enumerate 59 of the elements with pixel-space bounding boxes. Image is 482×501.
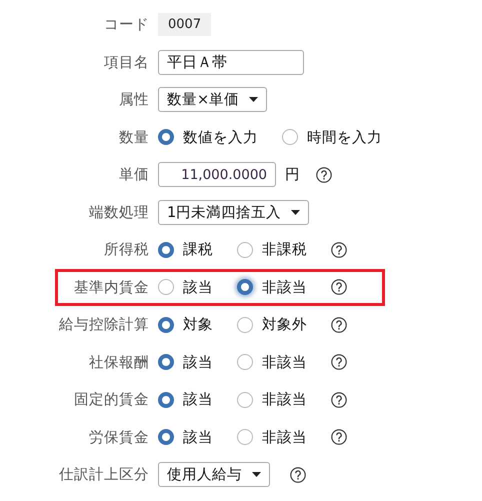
radio-button[interactable] [237,242,253,258]
radio-button[interactable] [237,392,253,408]
radio-label: 該当 [183,354,213,372]
dropdown-caret-icon [291,210,300,215]
radio-label: 非課税 [262,241,307,260]
field-label: 項目名 [103,54,149,72]
radio-label: 非該当 [262,428,307,447]
dropdown[interactable]: 1円未満四捨五入 [158,200,310,225]
radio-button[interactable] [158,242,174,258]
field-label: 給与控除計算 [58,316,149,334]
field-label: 数量 [118,128,149,147]
dropdown-caret-icon [249,97,258,102]
dropdown[interactable]: 数量×単価 [158,87,268,112]
radio-label: 該当 [183,390,213,410]
input-field[interactable]: 平日Ａ帯 [158,50,304,75]
field-label: 社保報酬 [88,354,149,372]
radio-button[interactable] [158,279,174,296]
field-label: 仕訳計上区分 [58,466,149,484]
code-value: 0007 [158,13,212,36]
help-icon[interactable] [331,429,347,446]
help-icon[interactable] [331,316,347,333]
radio-label: 対象 [183,316,213,334]
radio-button[interactable] [237,429,253,446]
radio-button[interactable] [158,392,174,408]
radio-label: 非該当 [262,354,307,372]
radio-button[interactable] [237,354,253,370]
field-label: 固定的賃金 [73,390,149,410]
radio-label: 対象外 [262,316,307,334]
help-icon[interactable] [331,242,347,258]
radio-button[interactable] [237,316,253,333]
radio-label: 時間を入力 [307,128,382,147]
radio-button[interactable] [158,429,174,446]
field-label: 単価 [118,166,149,184]
help-icon[interactable] [331,354,347,370]
field-label: 所得税 [103,241,149,260]
help-icon[interactable] [316,166,332,183]
radio-label: 該当 [183,278,213,297]
field-label: 基準内賃金 [73,278,149,297]
field-label: 労保賃金 [88,428,149,447]
radio-button[interactable] [158,354,174,370]
dropdown[interactable]: 使用人給与 [158,462,270,488]
field-label: コード [103,16,149,34]
input-field[interactable]: 11,000.0000 [158,162,276,188]
radio-label: 非該当 [262,278,307,297]
help-icon[interactable] [331,279,347,296]
radio-label: 課税 [183,241,213,260]
radio-label: 該当 [183,428,213,447]
radio-button[interactable] [282,129,298,146]
radio-button[interactable] [158,129,174,146]
unit-label: 円 [285,166,300,184]
help-icon[interactable] [331,392,347,408]
radio-button[interactable] [237,279,253,296]
field-label: 端数処理 [88,204,149,222]
radio-label: 非該当 [262,390,307,410]
field-label: 属性 [118,91,149,110]
help-icon[interactable] [290,466,306,483]
dropdown-caret-icon [252,472,261,478]
radio-button[interactable] [158,316,174,333]
radio-label: 数値を入力 [183,128,258,147]
